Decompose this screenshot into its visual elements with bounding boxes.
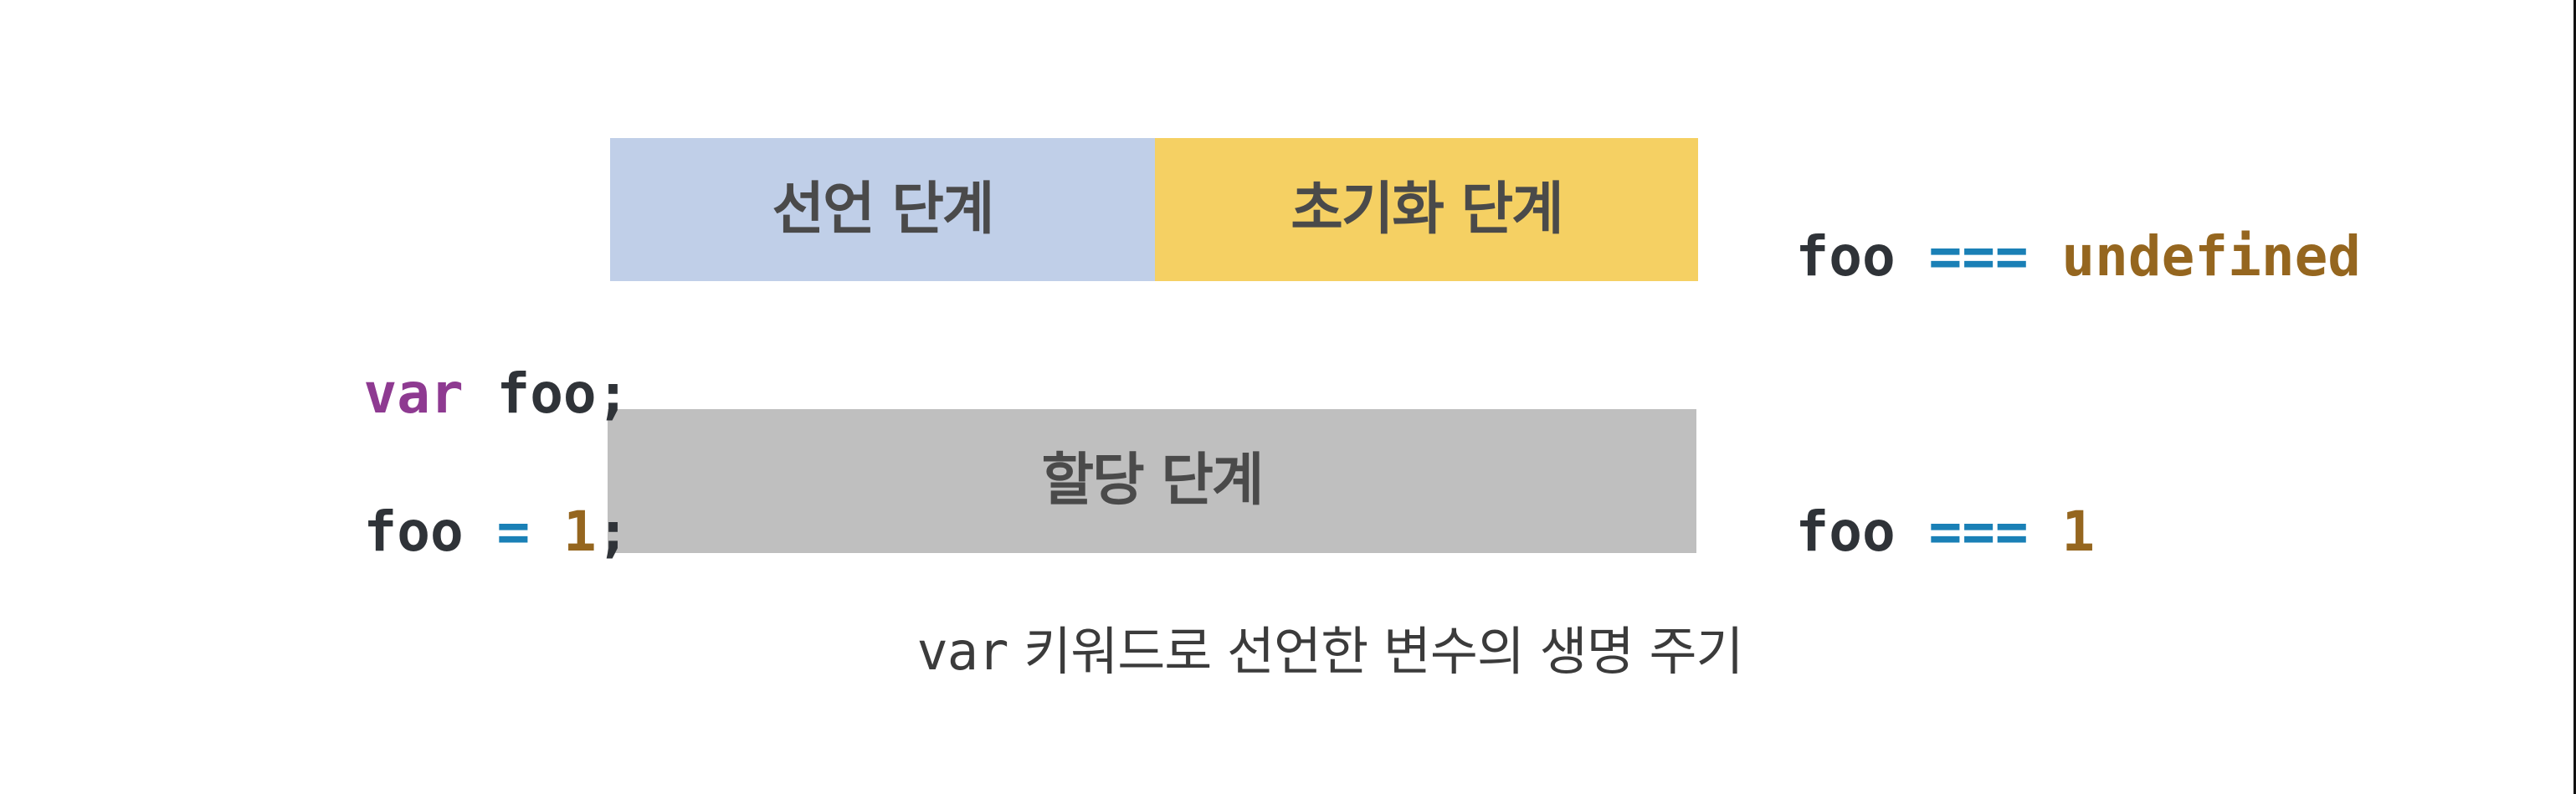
- code-result-one: foo === 1: [1729, 449, 2095, 560]
- code-literal-undefined: undefined: [2061, 224, 2362, 289]
- caption-text: 키워드로 선언한 변수의 생명 주기: [1008, 621, 1743, 682]
- code-identifier-foo: foo: [1795, 499, 1896, 564]
- code-strict-equal-operator: ===: [1928, 224, 2029, 289]
- declaration-phase-label: 선언 단계: [772, 176, 995, 243]
- code-strict-equal-operator: ===: [1928, 499, 2029, 564]
- code-line-var-declaration: var foo;: [297, 311, 629, 422]
- code-line-assignment: foo = 1;: [297, 449, 629, 560]
- code-assign-operator: =: [496, 499, 531, 564]
- code-literal-value: 1: [562, 499, 597, 564]
- code-keyword-var: var: [363, 361, 464, 426]
- code-identifier-foo: foo: [363, 499, 464, 564]
- figure-caption: var 키워드로 선언한 변수의 생명 주기: [0, 626, 2576, 678]
- caption-code-var: var: [916, 621, 1008, 682]
- code-literal-value: 1: [2061, 499, 2096, 564]
- initialization-phase-box: 초기화 단계: [1155, 138, 1698, 281]
- code-semicolon: ;: [596, 499, 630, 564]
- code-semicolon: ;: [596, 361, 630, 426]
- declaration-phase-box: 선언 단계: [610, 138, 1155, 281]
- code-identifier-foo: foo: [1795, 224, 1896, 289]
- assignment-phase-label: 할당 단계: [1041, 448, 1265, 514]
- initialization-phase-label: 초기화 단계: [1291, 176, 1563, 243]
- code-result-undefined: foo === undefined: [1729, 174, 2361, 284]
- assignment-phase-box: 할당 단계: [608, 409, 1696, 553]
- code-identifier-foo: foo: [496, 361, 597, 426]
